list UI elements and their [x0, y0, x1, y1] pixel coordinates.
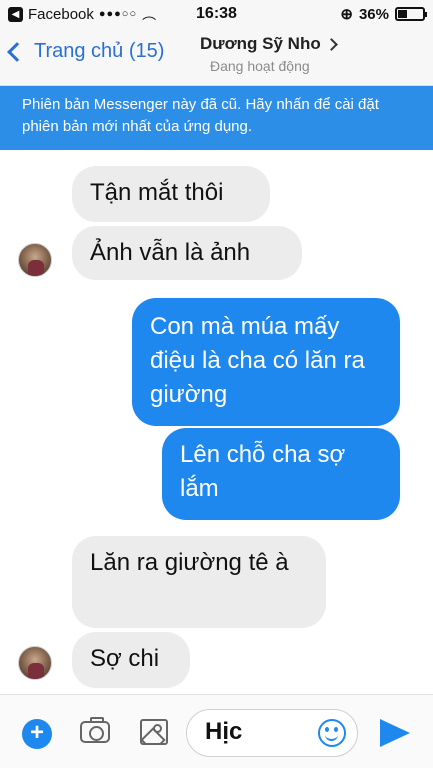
conversation-header: Trang chủ (15) Dương Sỹ Nho Đang hoạt độ…: [0, 28, 433, 86]
wifi-icon: ︵: [142, 6, 157, 22]
contact-status: Đang hoạt động: [210, 58, 310, 74]
message-composer: + Hịc: [0, 694, 433, 768]
back-button[interactable]: Trang chủ (15): [7, 40, 165, 63]
back-label: Trang chủ (15): [34, 40, 165, 62]
battery-percent: 36%: [358, 5, 389, 23]
contact-title: Dương Sỹ Nho: [200, 34, 360, 54]
plus-icon[interactable]: +: [22, 719, 52, 749]
contact-avatar[interactable]: [18, 243, 52, 277]
message-bubble-incoming[interactable]: Lăn ra giường tê à: [72, 536, 326, 628]
battery-fill: [398, 10, 407, 18]
battery-icon: [395, 7, 427, 21]
message-bubble-outgoing[interactable]: Con mà múa mấy điệu là cha có lăn ra giư…: [132, 298, 400, 426]
message-input-value: Hịc: [205, 718, 243, 745]
gallery-icon[interactable]: [140, 719, 168, 745]
signal-icon: ●●●○○: [98, 8, 138, 20]
contact-avatar[interactable]: [18, 646, 52, 680]
camera-icon[interactable]: [80, 717, 110, 743]
status-right: ⊕ 36%: [340, 5, 427, 23]
status-bar: ◀ Facebook ●●●○○ ︵ 16:38 ⊕ 36%: [0, 0, 433, 28]
send-icon[interactable]: [380, 719, 410, 747]
status-left: ◀ Facebook ●●●○○ ︵: [8, 4, 156, 24]
carrier-label: Facebook: [28, 5, 94, 23]
contact-info[interactable]: Dương Sỹ Nho Đang hoạt động: [200, 34, 360, 74]
emoji-icon[interactable]: [318, 719, 346, 747]
back-to-app-icon[interactable]: ◀: [8, 6, 23, 22]
chevron-left-icon: [7, 41, 27, 62]
rotation-lock-icon: ⊕: [340, 6, 353, 23]
update-banner[interactable]: Phiên bản Messenger này đã cũ. Hãy nhấn …: [0, 86, 433, 150]
message-bubble-incoming[interactable]: Ảnh vẫn là ảnh: [72, 226, 302, 280]
message-bubble-incoming[interactable]: Tận mắt thôi: [72, 166, 270, 222]
chevron-right-icon: [324, 37, 338, 51]
message-bubble-incoming[interactable]: Sợ chi: [72, 632, 190, 688]
message-bubble-outgoing[interactable]: Lên chỗ cha sợ lắm: [162, 428, 400, 520]
contact-name: Dương Sỹ Nho: [200, 34, 321, 53]
